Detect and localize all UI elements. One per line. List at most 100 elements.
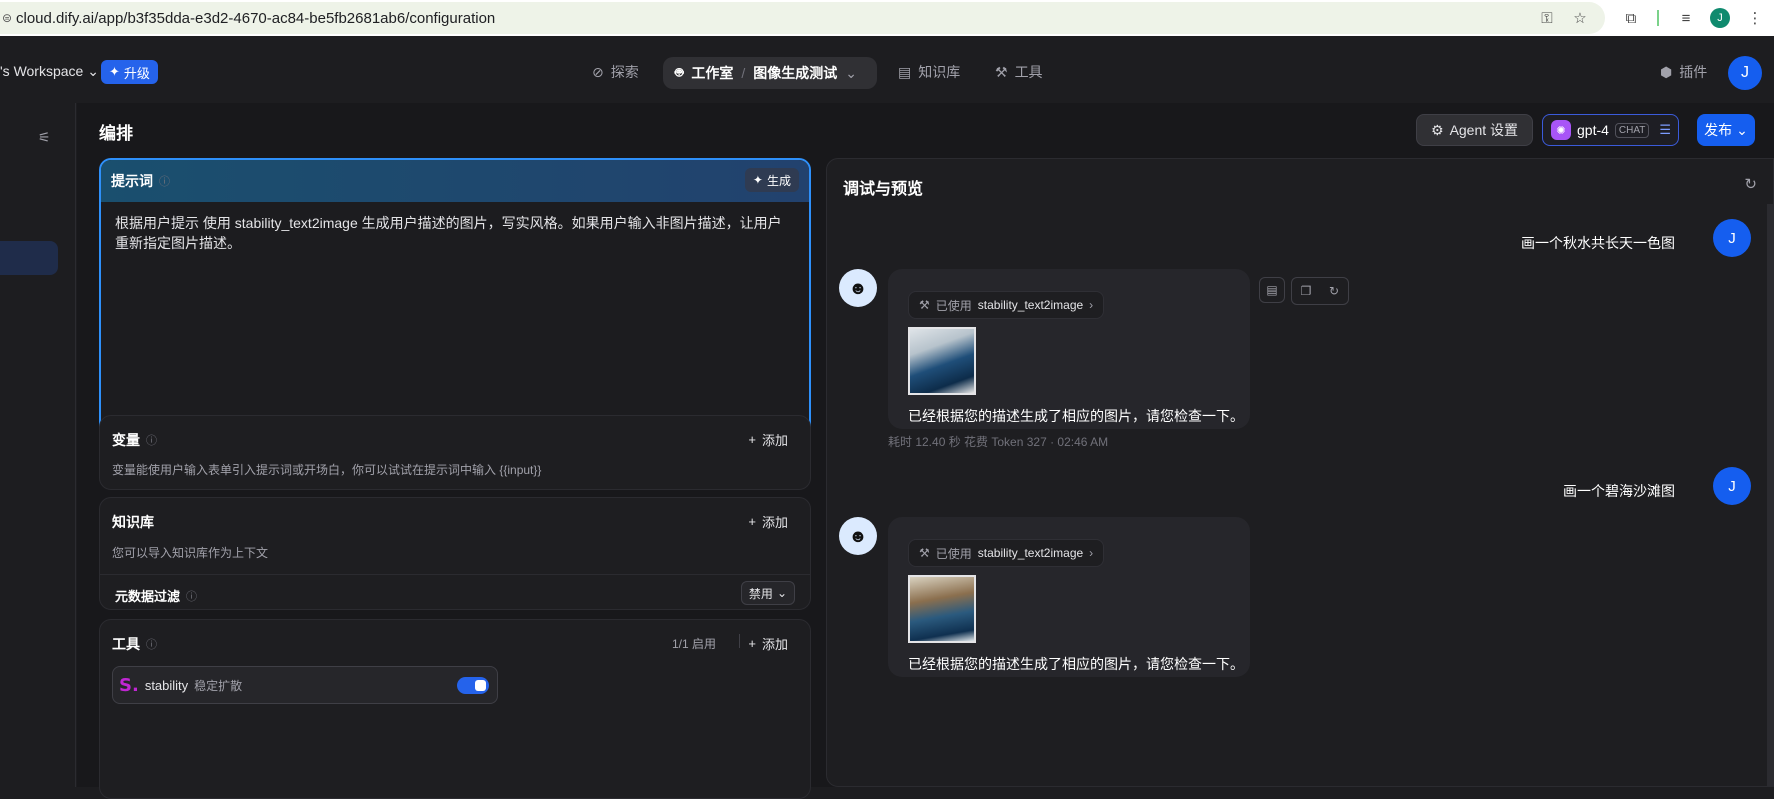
address-bar[interactable]: ⊜ cloud.dify.ai/app/b3f35dda-e3d2-4670-a… (0, 2, 1605, 34)
tools-label: 工具 (112, 636, 140, 652)
add-variable-button[interactable]: + 添加 (748, 430, 788, 449)
robot-icon: 🤖︎ (675, 64, 684, 80)
help-icon[interactable]: ⓘ (146, 636, 157, 652)
chevron-down-icon[interactable]: ⌄ (845, 65, 857, 82)
model-selector[interactable]: ✺ gpt-4 CHAT ☰ (1542, 114, 1679, 146)
upgrade-label: 升级 (123, 65, 150, 81)
knowledge-card: 知识库 + 添加 您可以导入知识库作为上下文 元数据过滤 ⓘ 禁用 ⌄ (99, 497, 811, 610)
generated-image-thumbnail[interactable] (908, 575, 976, 643)
help-icon[interactable]: ⓘ (159, 173, 170, 189)
add-label: 添加 (761, 433, 788, 448)
tool-description: 稳定扩散 (194, 678, 243, 693)
media-control-icon[interactable]: ≡ (1676, 8, 1696, 28)
tools-card: 工具 ⓘ 1/1 启用 + 添加 S. stability 稳定扩散 (99, 619, 811, 799)
regenerate-icon[interactable]: ↻ (1320, 278, 1348, 304)
generated-image-thumbnail[interactable] (908, 327, 976, 395)
sparkle-icon: ✦ (752, 173, 763, 187)
nav-explore[interactable]: ⊘ 探索 (592, 60, 639, 84)
plus-icon: + (748, 636, 756, 651)
agent-settings-button[interactable]: ⚙ Agent 设置 (1416, 114, 1534, 146)
log-icon[interactable]: ▤ (1259, 277, 1285, 303)
gear-icon: ⚙ (1431, 121, 1444, 138)
publish-button[interactable]: 发布 ⌄ (1697, 114, 1755, 146)
hammer-icon: ⚒ (919, 298, 930, 312)
nav-studio-label: 工作室 (691, 65, 734, 81)
agent-settings-label: Agent 设置 (1449, 122, 1519, 138)
nav-tools-label: 工具 (1014, 64, 1043, 80)
password-key-icon[interactable]: ⚿ (1537, 8, 1557, 28)
tool-usage-name: stability_text2image (977, 546, 1084, 560)
bot-message: ⚒ 已使用 stability_text2image › 已经根据您的描述生成了… (888, 517, 1250, 677)
copy-icon[interactable]: ❐ (1292, 278, 1320, 304)
site-info-icon[interactable]: ⊜ (2, 11, 12, 25)
sliders-icon[interactable]: ⚟ (38, 129, 51, 146)
variables-label: 变量 (112, 432, 140, 448)
variables-card: 变量 ⓘ + 添加 变量能使用户输入表单引入提示词或开场白，你可以试试在提示词中… (99, 415, 811, 490)
generate-button[interactable]: ✦ 生成 (744, 168, 799, 192)
nav-knowledge[interactable]: ▤ 知识库 (898, 60, 960, 84)
nav-studio[interactable]: 🤖︎ 工作室 / 图像生成测试 ⌄ (663, 57, 877, 89)
add-knowledge-button[interactable]: + 添加 (748, 512, 788, 531)
scrollbar[interactable] (1767, 204, 1773, 786)
nav-explore-label: 探索 (610, 64, 639, 80)
plus-icon: + (748, 432, 756, 447)
extensions-icon[interactable]: ⧉ (1621, 8, 1641, 28)
stability-logo-icon: S. (119, 674, 139, 696)
metadata-filter-select[interactable]: 禁用 ⌄ (740, 581, 795, 605)
help-icon[interactable]: ⓘ (186, 588, 197, 604)
upgrade-button[interactable]: ✦ 升级 (101, 60, 158, 84)
sidebar-selected-item[interactable] (0, 241, 58, 275)
action-group: ❐ ↻ (1291, 277, 1349, 305)
nav-plugins[interactable]: ⬢ 插件 (1660, 60, 1707, 84)
bot-avatar-icon: ☻ (839, 517, 877, 555)
breadcrumb-separator: / (741, 65, 746, 81)
refresh-icon[interactable]: ↻ (1744, 175, 1757, 193)
message-actions: ▤ ❐ ↻ (1259, 277, 1349, 305)
chevron-down-icon: ⌄ (87, 63, 99, 79)
chevron-down-icon: ⌄ (1736, 121, 1748, 138)
openai-icon: ✺ (1551, 120, 1571, 140)
add-label: 添加 (761, 637, 788, 652)
add-tool-button[interactable]: + 添加 (748, 634, 788, 653)
page-title: 编排 (99, 124, 133, 143)
help-icon[interactable]: ⓘ (146, 432, 157, 448)
chevron-right-icon: › (1089, 298, 1094, 312)
left-sidebar: ⚟ (0, 103, 76, 787)
nav-tools[interactable]: ⚒ 工具 (995, 60, 1043, 84)
variables-description: 变量能使用户输入表单引入提示词或开场白，你可以试试在提示词中输入 {{input… (112, 463, 542, 477)
prompt-textarea[interactable]: 根据用户提示 使用 stability_text2image 生成用户描述的图片… (101, 202, 809, 265)
browser-toolbar: ⊜ cloud.dify.ai/app/b3f35dda-e3d2-4670-a… (0, 0, 1774, 36)
app-name[interactable]: 图像生成测试 (753, 63, 837, 83)
chat-badge: CHAT (1614, 122, 1650, 138)
tool-usage-pill[interactable]: ⚒ 已使用 stability_text2image › (908, 291, 1105, 319)
tool-usage-prefix: 已使用 (935, 546, 972, 561)
hammer-icon: ⚒ (995, 63, 1008, 80)
bot-message: ⚒ 已使用 stability_text2image › 已经根据您的描述生成了… (888, 269, 1250, 429)
workspace-switcher[interactable]: 's Workspace ⌄ (0, 63, 99, 80)
sparkle-icon: ✦ (109, 64, 120, 79)
generate-label: 生成 (766, 173, 791, 188)
prompt-header: 提示词 ⓘ ✦ 生成 (101, 160, 809, 202)
bot-reply-text: 已经根据您的描述生成了相应的图片，请您检查一下。 (908, 656, 1244, 672)
user-avatar[interactable]: J (1728, 56, 1762, 90)
user-message: 画一个秋水共长天一色图 (1521, 235, 1675, 251)
tool-item-stability[interactable]: S. stability 稳定扩散 (112, 666, 498, 704)
nav-plugins-label: 插件 (1679, 64, 1708, 80)
bot-reply-text: 已经根据您的描述生成了相应的图片，请您检查一下。 (908, 408, 1244, 424)
plus-icon: + (748, 514, 756, 529)
hammer-icon: ⚒ (919, 546, 930, 560)
browser-profile-avatar[interactable]: J (1710, 8, 1730, 28)
tools-enabled-count: 1/1 启用 (671, 637, 716, 651)
tune-icon[interactable]: ☰ (1659, 122, 1671, 138)
chevron-right-icon: › (1089, 546, 1094, 560)
knowledge-description: 您可以导入知识库作为上下文 (112, 546, 269, 560)
tool-usage-pill[interactable]: ⚒ 已使用 stability_text2image › (908, 539, 1105, 567)
url-text[interactable]: cloud.dify.ai/app/b3f35dda-e3d2-4670-ac8… (16, 10, 495, 27)
bookmark-star-icon[interactable]: ☆ (1570, 8, 1590, 28)
tool-enable-toggle[interactable] (457, 677, 489, 694)
browser-menu-icon[interactable]: ⋮ (1745, 8, 1765, 28)
model-name: gpt-4 (1577, 122, 1609, 138)
knowledge-label: 知识库 (112, 514, 154, 530)
preview-title: 调试与预览 (843, 181, 924, 198)
book-icon: ▤ (898, 63, 912, 80)
